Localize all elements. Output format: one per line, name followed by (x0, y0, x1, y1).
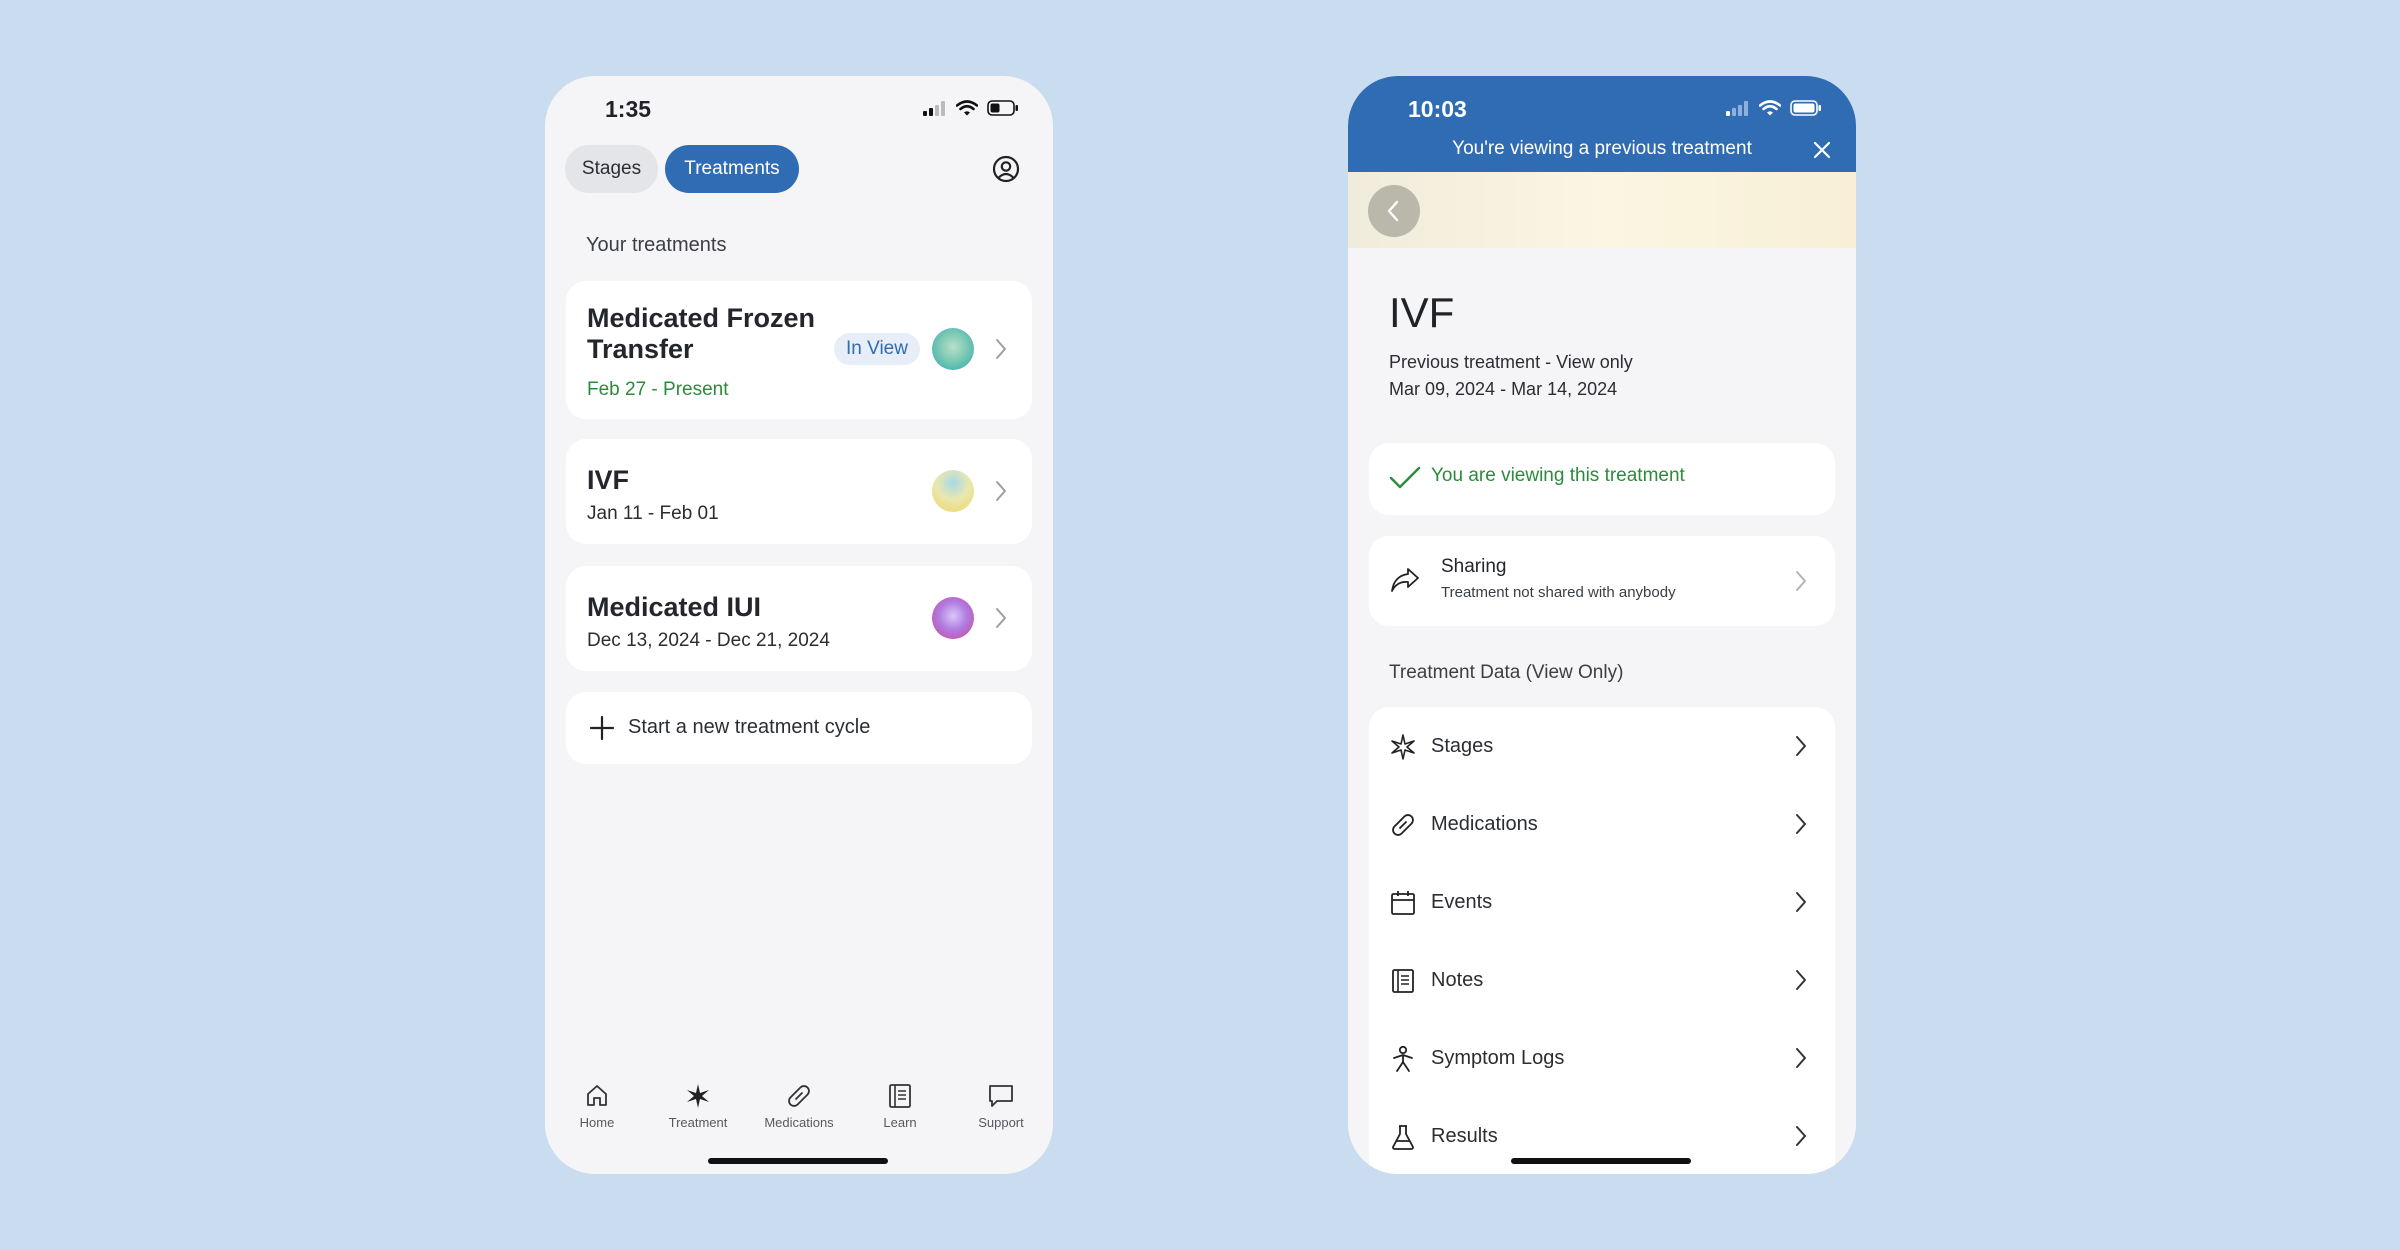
chevron-right-icon (1796, 1126, 1806, 1146)
tabbar-treatment[interactable]: Treatment (653, 1082, 743, 1130)
data-item-label: Medications (1431, 813, 1538, 835)
data-item-label: Events (1431, 891, 1493, 913)
status-time: 10:03 (1408, 96, 1467, 122)
tabbar-support[interactable]: Support (956, 1082, 1046, 1130)
start-new-cycle-button[interactable]: Start a new treatment cycle (566, 692, 1032, 764)
chevron-right-icon (1796, 736, 1806, 756)
chevron-right-icon (996, 481, 1006, 501)
status-bar: 10:03 (1348, 76, 1856, 146)
hero-image (1348, 172, 1856, 248)
signal-icon (1726, 101, 1748, 116)
sparkle-icon (687, 1084, 709, 1108)
data-item-label: Results (1431, 1125, 1498, 1147)
data-item-medications[interactable]: Medications (1369, 785, 1835, 863)
chevron-right-icon (1796, 970, 1806, 990)
tab-stages[interactable]: Stages (565, 145, 658, 193)
treatment-name-line1: Medicated Frozen (587, 303, 816, 333)
treatment-name: Medicated IUI (587, 592, 762, 622)
sharing-card[interactable]: Sharing Treatment not shared with anybod… (1369, 536, 1835, 626)
data-item-events[interactable]: Events (1369, 863, 1835, 941)
chevron-right-icon (1796, 892, 1806, 912)
treatment-detail-screen: 10:03 You're viewing a previous treatmen… (1348, 76, 1856, 1174)
battery-icon (1790, 100, 1821, 116)
wifi-icon (956, 100, 978, 116)
tabbar-label: Medications (764, 1115, 834, 1130)
viewing-status-card: You are viewing this treatment (1369, 443, 1835, 515)
share-icon (1391, 568, 1419, 592)
treatment-data-list: Stages Medications Events Notes Symptom … (1369, 707, 1835, 1174)
banner-text: You're viewing a previous treatment (1452, 138, 1752, 159)
chevron-left-icon (1387, 200, 1399, 222)
home-icon (587, 1085, 607, 1106)
home-indicator (1511, 1158, 1691, 1164)
status-bar: 1:35 (545, 76, 1053, 146)
status-time: 1:35 (605, 96, 652, 122)
sparkle-icon (1391, 734, 1415, 760)
wifi-icon (1759, 100, 1781, 116)
plus-icon (589, 715, 615, 741)
data-item-label: Stages (1431, 735, 1494, 757)
status-icons (1726, 100, 1822, 116)
page-title: IVF (1389, 289, 1455, 336)
previous-treatment-banner: 10:03 You're viewing a previous treatmen… (1348, 76, 1856, 172)
data-item-notes[interactable]: Notes (1369, 941, 1835, 1019)
treatment-orb (932, 470, 974, 512)
close-icon[interactable] (1812, 140, 1832, 160)
chevron-right-icon (1796, 1048, 1806, 1068)
treatment-name: IVF (587, 465, 630, 495)
checkmark-icon (1389, 466, 1421, 489)
treatment-card-ivf[interactable]: IVF Jan 11 - Feb 01 (566, 439, 1032, 544)
tabbar-learn[interactable]: Learn (855, 1082, 945, 1130)
data-item-label: Notes (1431, 969, 1484, 991)
page-subtitle: Previous treatment - View only (1389, 352, 1633, 372)
treatment-card-medicated-iui[interactable]: Medicated IUI Dec 13, 2024 - Dec 21, 202… (566, 566, 1032, 671)
chevron-right-icon (1796, 571, 1806, 591)
flask-icon (1392, 1125, 1414, 1150)
chevron-right-icon (1796, 814, 1806, 834)
treatment-name-line2: Transfer (587, 334, 694, 364)
start-new-cycle-label: Start a new treatment cycle (628, 716, 871, 738)
treatment-orb (932, 597, 974, 639)
tabbar-label: Treatment (668, 1115, 728, 1130)
tabbar-medications[interactable]: Medications (754, 1082, 844, 1130)
section-title: Your treatments (586, 234, 727, 256)
home-indicator (708, 1158, 888, 1164)
treatment-orb (932, 328, 974, 370)
tab-treatments[interactable]: Treatments (665, 145, 799, 193)
viewing-status-text: You are viewing this treatment (1431, 465, 1685, 486)
in-view-badge: In View (834, 333, 920, 365)
treatment-dates: Dec 13, 2024 - Dec 21, 2024 (587, 630, 830, 651)
profile-icon[interactable] (991, 154, 1021, 184)
sharing-title: Sharing (1441, 556, 1507, 577)
tabbar-home[interactable]: Home (552, 1082, 642, 1130)
status-icons (923, 100, 1019, 116)
pill-icon (788, 1085, 810, 1107)
calendar-icon (1391, 891, 1415, 915)
notes-icon (1392, 969, 1414, 993)
treatment-card-medicated-frozen-transfer[interactable]: Medicated Frozen Transfer Feb 27 - Prese… (566, 281, 1032, 419)
data-item-label: Symptom Logs (1431, 1047, 1565, 1069)
date-range: Mar 09, 2024 - Mar 14, 2024 (1389, 379, 1618, 399)
chevron-right-icon (996, 339, 1006, 359)
book-icon (889, 1084, 911, 1108)
section-title: Treatment Data (View Only) (1389, 662, 1624, 683)
tabbar-label: Support (978, 1115, 1024, 1130)
data-item-symptom-logs[interactable]: Symptom Logs (1369, 1019, 1835, 1097)
tabbar-label: Home (579, 1115, 615, 1130)
treatments-screen: 1:35 Stages Treatments Your treatments M… (545, 76, 1053, 1174)
treatment-dates: Jan 11 - Feb 01 (587, 503, 719, 524)
chevron-right-icon (996, 608, 1006, 628)
sharing-subtitle: Treatment not shared with anybody (1441, 584, 1676, 601)
chat-icon (989, 1085, 1013, 1107)
data-item-stages[interactable]: Stages (1369, 707, 1835, 785)
battery-icon (987, 100, 1018, 116)
bottom-tab-bar: Home Treatment Medications Learn Support (545, 1076, 1053, 1146)
pill-icon (1392, 814, 1414, 836)
back-button[interactable] (1368, 185, 1420, 237)
tabbar-label: Learn (883, 1115, 917, 1130)
treatment-name: Medicated Frozen Transfer (587, 303, 815, 365)
signal-icon (923, 101, 945, 116)
person-icon (1393, 1045, 1413, 1072)
treatment-dates: Feb 27 - Present (587, 379, 729, 400)
